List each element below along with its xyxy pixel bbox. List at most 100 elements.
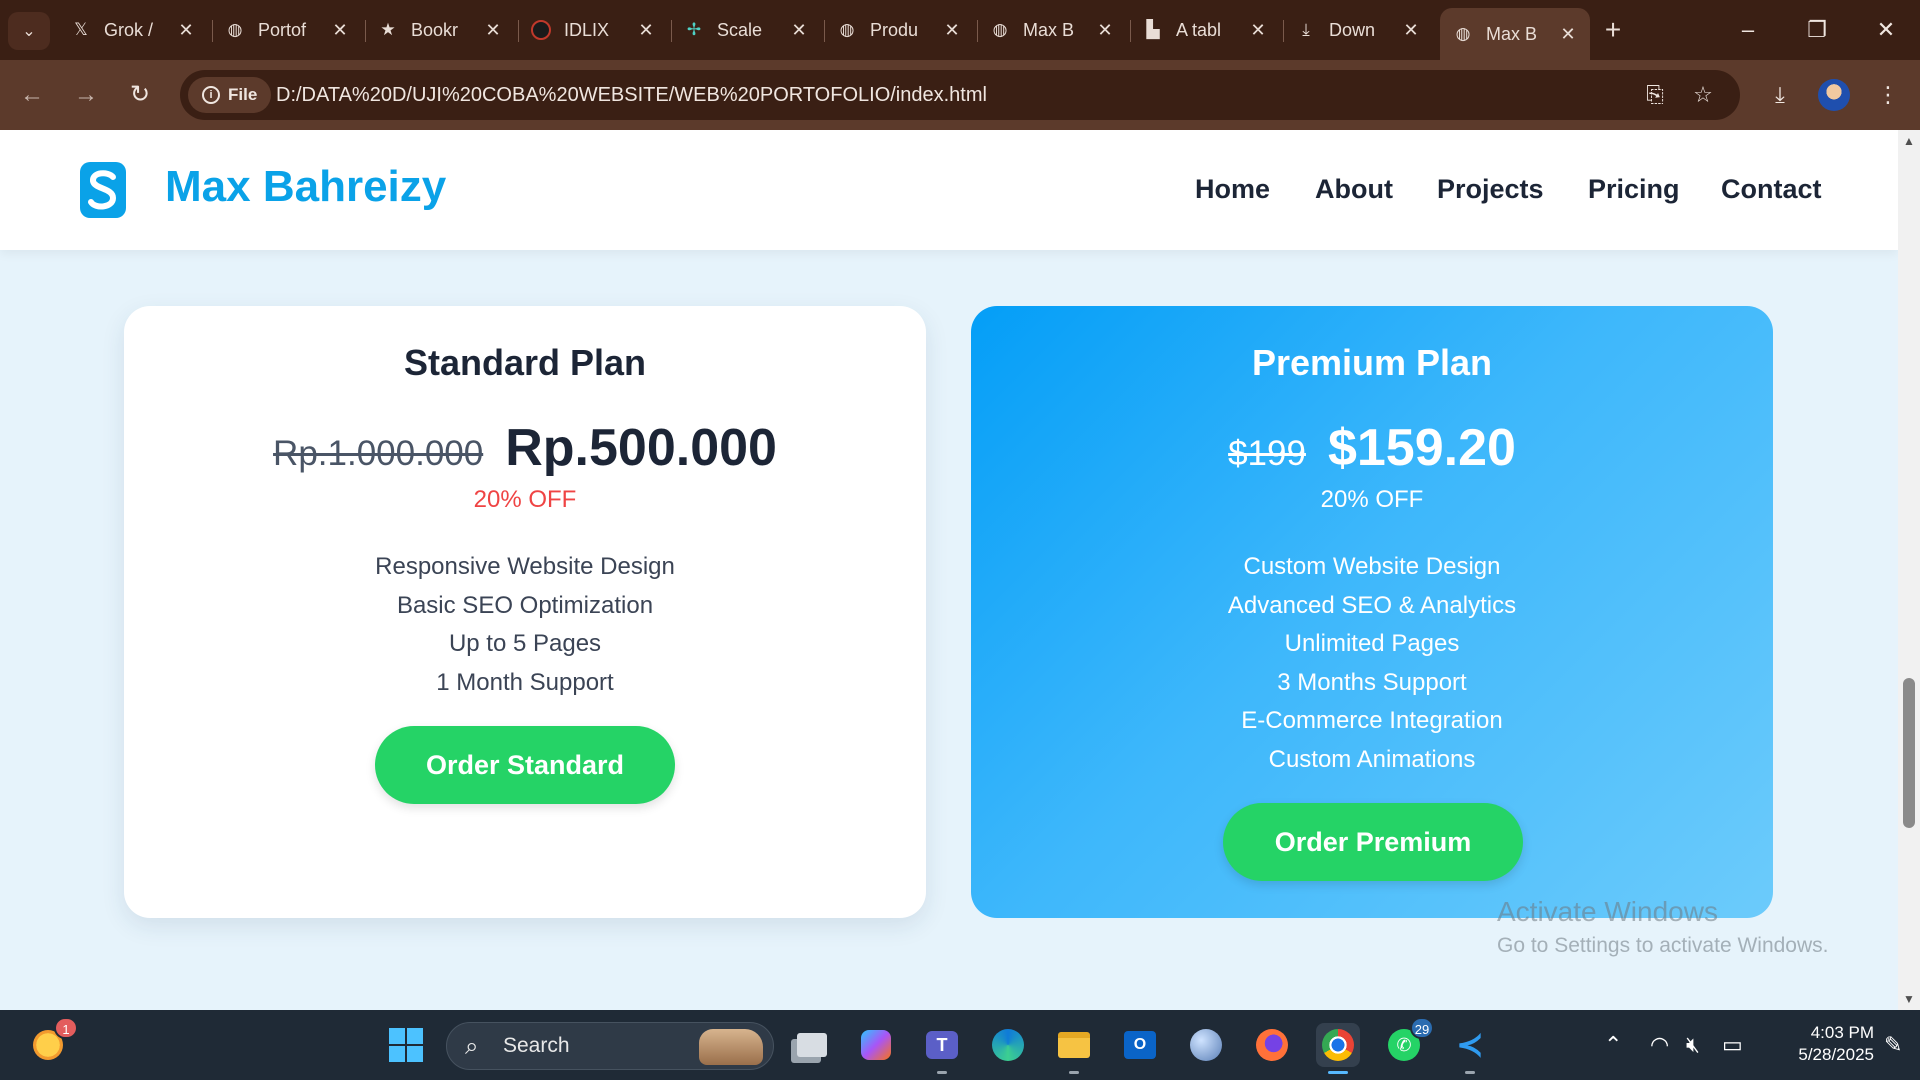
address-bar[interactable]: i File D:/DATA%20D/UJI%20COBA%20WEBSITE/… (180, 70, 1740, 120)
tab-products[interactable]: ◍ Produ ✕ (824, 8, 974, 52)
tab-downloads[interactable]: ⤓ Down ✕ (1283, 8, 1433, 52)
close-icon[interactable]: ✕ (1248, 20, 1268, 41)
globe-icon: ◍ (839, 20, 855, 39)
order-standard-button[interactable]: Order Standard (375, 726, 675, 804)
scale-icon: ✢ (686, 20, 702, 39)
old-price: Rp.1.000.000 (273, 434, 484, 473)
restore-button[interactable]: ❐ (1797, 12, 1837, 48)
scrollbar-thumb[interactable] (1903, 678, 1915, 828)
tab-title: Scale (717, 19, 763, 40)
site-info-chip[interactable]: i File (188, 77, 272, 113)
battery-icon[interactable]: ▭ (1722, 1032, 1743, 1058)
close-icon[interactable]: ✕ (942, 20, 962, 41)
scroll-up-icon[interactable]: ▲ (1898, 132, 1920, 150)
close-icon[interactable]: ✕ (789, 20, 809, 41)
vscode-icon: ≺ (1455, 1026, 1485, 1064)
feature-item: Up to 5 Pages (448, 630, 602, 657)
close-icon[interactable]: ✕ (330, 20, 350, 41)
taskbar-search[interactable]: ⌕ Search (446, 1022, 774, 1070)
reload-button[interactable]: ↻ (122, 77, 158, 113)
info-icon: i (202, 86, 220, 104)
start-button[interactable] (384, 1023, 428, 1067)
chrome-app[interactable] (1316, 1023, 1360, 1074)
feature-item: 1 Month Support (436, 668, 614, 696)
teams-app[interactable]: T (920, 1023, 964, 1074)
file-explorer-app[interactable] (1052, 1023, 1096, 1074)
wifi-icon[interactable]: ◠ (1650, 1032, 1669, 1058)
whatsapp-app[interactable]: ✆ 29 (1382, 1017, 1434, 1067)
window-close-button[interactable]: ✕ (1866, 12, 1906, 48)
copilot-icon (861, 1030, 891, 1060)
tab-portofolio[interactable]: ◍ Portof ✕ (212, 8, 362, 52)
windows-taskbar: 1 ⌕ Search T O ✆ 29 ≺ ⌃ ◠ 🔇︎ ▭ 4:03 PM 5/… (0, 1010, 1920, 1080)
tab-title: Portof (258, 19, 307, 40)
outlook-app[interactable]: O (1118, 1023, 1162, 1067)
edge-icon (992, 1029, 1024, 1061)
order-premium-button[interactable]: Order Premium (1223, 803, 1523, 881)
system-clock[interactable]: 4:03 PM 5/28/2025 (1764, 1022, 1874, 1066)
brand-logo-icon (80, 162, 126, 218)
close-icon[interactable]: ✕ (1558, 24, 1578, 45)
tab-grok[interactable]: 𝕏 Grok / ✕ (58, 8, 208, 52)
close-icon[interactable]: ✕ (176, 20, 196, 41)
brand-name[interactable]: Max Bahreizy (165, 162, 446, 212)
tab-title: Grok / (104, 19, 154, 40)
tab-max-b-active[interactable]: ◍ Max B ✕ (1440, 8, 1590, 60)
profile-avatar[interactable] (1818, 79, 1850, 111)
firefox-app[interactable] (1250, 1023, 1294, 1067)
tab-scale[interactable]: ✢ Scale ✕ (671, 8, 821, 52)
notification-center-icon[interactable]: ✎ (1884, 1032, 1902, 1058)
notification-badge: 1 (54, 1017, 78, 1039)
downloads-icon[interactable]: ⤓ (1762, 77, 1798, 113)
tab-a-table[interactable]: ▙ A tabl ✕ (1130, 8, 1280, 52)
close-icon[interactable]: ✕ (1095, 20, 1115, 41)
app-globe[interactable] (1184, 1023, 1228, 1067)
globe-icon: ◍ (1455, 24, 1471, 43)
copilot-app[interactable] (854, 1023, 898, 1067)
task-view-button[interactable] (790, 1023, 834, 1067)
close-icon[interactable]: ✕ (1401, 20, 1421, 41)
vscode-app[interactable]: ≺ (1448, 1023, 1492, 1074)
vertical-scrollbar[interactable]: ▲ ▼ (1898, 130, 1920, 1010)
tab-idlix[interactable]: IDLIX ✕ (518, 8, 668, 52)
edge-app[interactable] (986, 1023, 1030, 1067)
nav-about[interactable]: About (1315, 174, 1393, 205)
feature-item: Unlimited Pages (1284, 630, 1460, 657)
url-text[interactable]: D:/DATA%20D/UJI%20COBA%20WEBSITE/WEB%20P… (276, 70, 987, 120)
table-icon: ▙ (1146, 20, 1160, 39)
tab-search-button[interactable]: ⌄ (8, 12, 50, 50)
whatsapp-badge: 29 (1410, 1017, 1434, 1039)
browser-tab-strip: ⌄ 𝕏 Grok / ✕ ◍ Portof ✕ ★ Bookr ✕ IDLIX … (0, 0, 1920, 60)
new-tab-button[interactable]: + (1596, 14, 1630, 48)
standard-plan-card: Standard Plan Rp.1.000.000 Rp.500.000 20… (124, 306, 926, 918)
chevron-up-icon[interactable]: ⌃ (1604, 1032, 1622, 1058)
scroll-down-icon[interactable]: ▼ (1898, 990, 1920, 1008)
close-icon[interactable]: ✕ (636, 20, 656, 41)
volume-muted-icon[interactable]: 🔇︎ (1686, 1032, 1700, 1058)
minimize-button[interactable]: – (1728, 12, 1768, 48)
nav-home[interactable]: Home (1195, 174, 1270, 205)
search-icon: ⌕ (465, 1033, 479, 1060)
tab-max-b-1[interactable]: ◍ Max B ✕ (977, 8, 1127, 52)
weather-widget[interactable]: 1 (26, 1017, 78, 1067)
premium-plan-card: Premium Plan $199 $159.20 20% OFF Custom… (971, 306, 1773, 918)
discount-label: 20% OFF (1320, 486, 1424, 513)
site-header: Max Bahreizy Home About Projects Pricing… (0, 130, 1898, 250)
tab-title: Produ (870, 19, 919, 40)
nav-contact[interactable]: Contact (1721, 174, 1822, 205)
nav-pricing[interactable]: Pricing (1588, 174, 1680, 205)
nav-projects[interactable]: Projects (1437, 174, 1544, 205)
teams-icon: T (926, 1031, 958, 1059)
chevron-down-icon: ⌄ (22, 23, 36, 40)
translate-icon[interactable]: ⎘ (1640, 80, 1670, 110)
forward-button[interactable]: → (68, 77, 104, 113)
task-view-icon (797, 1033, 827, 1057)
close-icon[interactable]: ✕ (483, 20, 503, 41)
feature-item: Custom Website Design (1243, 553, 1501, 580)
feature-item: Basic SEO Optimization (396, 591, 654, 619)
firefox-icon (1256, 1029, 1288, 1061)
bookmark-star-icon[interactable]: ☆ (1688, 80, 1718, 110)
menu-kebab-icon[interactable]: ⋮ (1870, 77, 1906, 113)
tab-bookmarks[interactable]: ★ Bookr ✕ (365, 8, 515, 52)
back-button[interactable]: ← (14, 77, 50, 113)
